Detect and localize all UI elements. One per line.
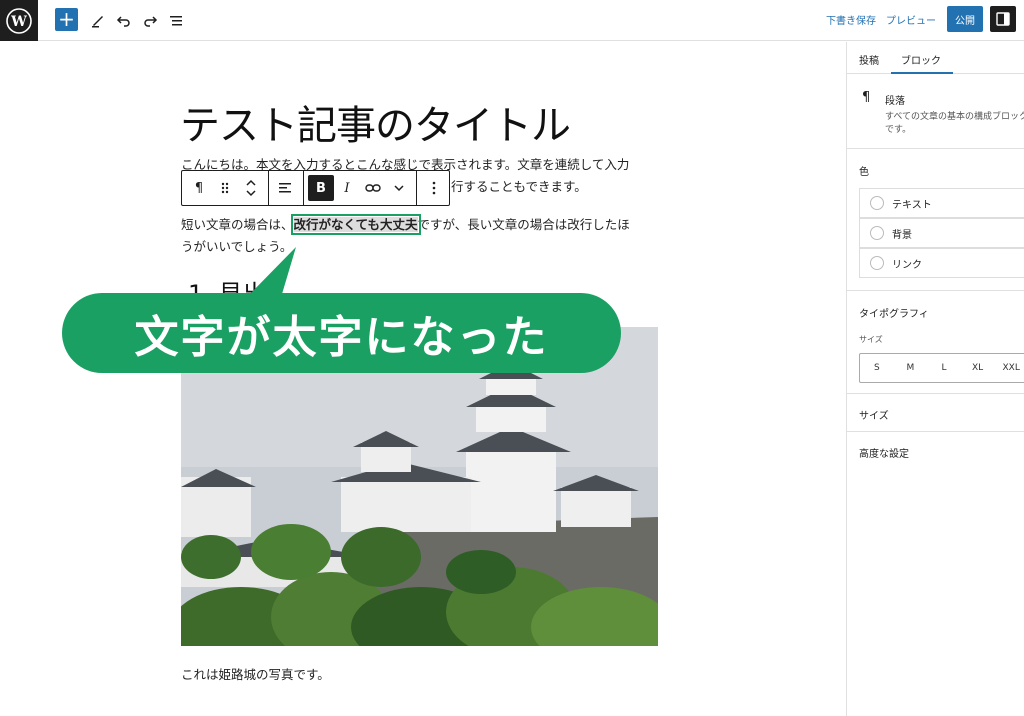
paragraph-2-line-2: うがいいでしょう。 xyxy=(181,239,293,254)
bold-selected-text[interactable]: 改行がなくても大丈夫 xyxy=(290,214,421,235)
size-option-xl[interactable]: XL xyxy=(961,363,995,373)
color-link-option[interactable]: リンク xyxy=(859,248,1024,278)
paragraph-2-text-before: 短い文章の場合は、 xyxy=(181,217,294,232)
move-up-down-icon[interactable] xyxy=(238,175,264,201)
save-draft-button[interactable]: 下書き保存 xyxy=(826,12,876,27)
image-caption[interactable]: これは姫路城の写真です。 xyxy=(181,664,330,683)
dimensions-panel[interactable]: サイズ xyxy=(847,394,1024,432)
tab-block[interactable]: ブロック xyxy=(901,52,941,67)
drag-handle-icon[interactable] xyxy=(212,175,238,201)
preview-button[interactable]: プレビュー xyxy=(886,12,936,27)
paragraph-block-icon: ¶ xyxy=(862,90,871,105)
undo-icon[interactable] xyxy=(112,8,136,32)
italic-button[interactable]: I xyxy=(334,175,360,201)
block-card: ¶ 段落 すべての文章の基本の構成ブロック です。 xyxy=(847,74,1024,149)
tools-pen-icon[interactable] xyxy=(86,8,110,32)
font-size-label: サイズ xyxy=(859,335,883,344)
size-option-s[interactable]: S xyxy=(860,363,894,373)
text-color-swatch-icon xyxy=(870,196,884,210)
editor-top-bar: W + 下書き保存 プレビュー 公開 xyxy=(0,0,1024,41)
sidebar-tabs: 投稿 ブロック xyxy=(847,42,1024,74)
align-left-icon[interactable] xyxy=(273,175,299,201)
typography-heading[interactable]: タイポグラフィ xyxy=(859,305,929,320)
wordpress-logo-icon[interactable]: W xyxy=(0,0,38,41)
block-description-line-1: すべての文章の基本の構成ブロック xyxy=(885,112,1024,122)
paragraph-icon[interactable]: ¶ xyxy=(186,175,212,201)
color-heading: 色 xyxy=(859,167,869,178)
options-group xyxy=(417,171,451,205)
block-toolbar: ¶ B I xyxy=(181,170,450,206)
size-option-xxl[interactable]: XXL xyxy=(994,363,1024,373)
callout-text: 文字が太字になった xyxy=(134,312,549,363)
settings-sidebar: 投稿 ブロック ¶ 段落 すべての文章の基本の構成ブロック です。 色 テキスト… xyxy=(846,42,1024,716)
color-text-option[interactable]: テキスト xyxy=(859,188,1024,218)
post-title[interactable]: テスト記事のタイトル xyxy=(180,93,571,151)
callout-bubble: 文字が太字になった xyxy=(62,293,621,373)
more-options-icon[interactable] xyxy=(421,175,447,201)
tab-post[interactable]: 投稿 xyxy=(859,52,879,67)
castle-image[interactable] xyxy=(181,327,658,646)
add-block-button[interactable]: + xyxy=(55,8,78,31)
paragraph-block-2[interactable]: 短い文章の場合は、改行がなくても大丈夫ですが、長い文章の場合は改行したほ うがい… xyxy=(181,214,651,258)
color-background-label: 背景 xyxy=(892,229,912,241)
settings-sidebar-icon[interactable] xyxy=(990,6,1016,32)
background-color-swatch-icon xyxy=(870,226,884,240)
size-option-l[interactable]: L xyxy=(927,363,961,373)
size-option-m[interactable]: M xyxy=(894,363,928,373)
color-text-label: テキスト xyxy=(892,199,932,211)
publish-button[interactable]: 公開 xyxy=(947,6,983,32)
color-background-option[interactable]: 背景 xyxy=(859,218,1024,248)
color-link-label: リンク xyxy=(892,259,922,271)
color-panel: 色 テキスト 背景 リンク xyxy=(847,149,1024,291)
block-description-line-2: です。 xyxy=(885,125,912,135)
advanced-heading: 高度な設定 xyxy=(859,449,909,460)
link-icon[interactable] xyxy=(360,175,386,201)
paragraph-2-text-after: ですが、長い文章の場合は改行したほ xyxy=(417,217,630,232)
svg-text:W: W xyxy=(10,14,27,30)
bold-button[interactable]: B xyxy=(308,175,334,201)
advanced-panel[interactable]: 高度な設定 xyxy=(847,432,1024,470)
format-group: B I xyxy=(304,171,417,205)
block-type-group: ¶ xyxy=(182,171,269,205)
block-name: 段落 xyxy=(885,96,905,107)
more-formats-chevron-down-icon[interactable] xyxy=(386,175,412,201)
align-group xyxy=(269,171,304,205)
redo-icon[interactable] xyxy=(138,8,162,32)
dimensions-heading: サイズ xyxy=(859,411,889,422)
editor-canvas[interactable]: テスト記事のタイトル こんにちは。本文を入力するとこんな感じで表示されます。文章… xyxy=(0,42,846,716)
font-size-picker[interactable]: S M L XL XXL xyxy=(859,353,1024,383)
link-color-swatch-icon xyxy=(870,256,884,270)
list-view-icon[interactable] xyxy=(164,8,188,32)
